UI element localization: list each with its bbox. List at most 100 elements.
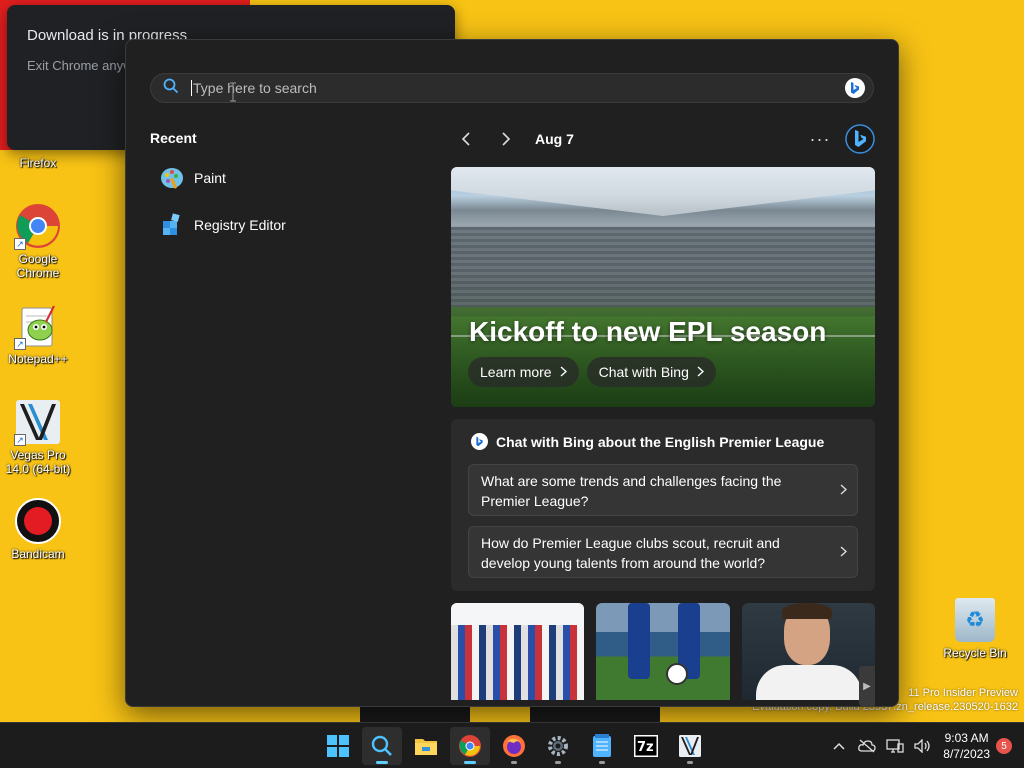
settings-button[interactable] bbox=[538, 727, 578, 765]
question-line: Premier League? bbox=[481, 493, 589, 509]
gear-icon bbox=[548, 736, 568, 756]
desktop-icon-bandicam[interactable]: Bandicam bbox=[0, 497, 76, 561]
question-line: develop young talents from around the wo… bbox=[481, 555, 766, 571]
recent-heading: Recent bbox=[150, 130, 197, 146]
notification-badge[interactable]: 5 bbox=[996, 738, 1012, 754]
7zip-button[interactable]: 7z bbox=[626, 727, 666, 765]
text-caret bbox=[191, 80, 192, 96]
paint-icon bbox=[160, 166, 184, 190]
windows-icon bbox=[327, 735, 349, 757]
start-button[interactable] bbox=[318, 727, 358, 765]
vegas-icon: ↗ bbox=[14, 398, 62, 446]
search-icon bbox=[163, 78, 179, 99]
player-portrait-thumbnail[interactable] bbox=[741, 603, 875, 700]
desktop-icon-label: Firefox bbox=[19, 156, 57, 170]
jerseys-thumbnail[interactable] bbox=[451, 603, 585, 700]
shirt-shape bbox=[755, 665, 862, 700]
running-indicator bbox=[511, 761, 517, 764]
chevron-right-icon bbox=[560, 364, 567, 380]
taskbar: 7z 9:03 AM 8/7/2023 5 bbox=[0, 722, 1024, 768]
registry-editor-icon bbox=[160, 213, 184, 237]
taskbar-apps: 7z bbox=[318, 727, 710, 765]
file-explorer-button[interactable] bbox=[406, 727, 446, 765]
chat-with-bing-button[interactable]: Chat with Bing bbox=[586, 357, 716, 387]
hero-title: Kickoff to new EPL season bbox=[469, 316, 827, 347]
bing-chat-card: Chat with Bing about the English Premier… bbox=[451, 419, 875, 591]
chevron-right-icon bbox=[697, 364, 704, 380]
desktop-icon-label: Vegas Pro 14.0 (64-bit) bbox=[5, 448, 71, 476]
search-button[interactable] bbox=[362, 727, 402, 765]
recycle-bin-icon: ♻ bbox=[955, 598, 995, 642]
search-input[interactable] bbox=[193, 80, 845, 96]
shortcut-arrow-icon: ↗ bbox=[14, 238, 26, 250]
7zip-icon: 7z bbox=[634, 735, 658, 757]
show-hidden-icons-chevron-icon[interactable] bbox=[825, 731, 853, 761]
active-indicator bbox=[376, 761, 388, 764]
scroll-right-button[interactable]: ▶ bbox=[859, 666, 875, 706]
onedrive-offline-icon[interactable] bbox=[853, 731, 881, 761]
recycle-bin-label: Recycle Bin bbox=[943, 646, 1007, 660]
recent-item-registry-editor[interactable]: Registry Editor bbox=[150, 207, 420, 243]
desktop-icon-notepadpp[interactable]: ↗ Notepad++ bbox=[0, 302, 76, 366]
svg-text:7z: 7z bbox=[637, 740, 654, 755]
chat-question-1[interactable]: What are some trends and challenges faci… bbox=[468, 464, 858, 516]
highlights-header: Aug 7 ··· bbox=[451, 124, 875, 154]
running-indicator bbox=[555, 761, 561, 764]
learn-more-label: Learn more bbox=[480, 364, 552, 380]
chat-with-bing-label: Chat with Bing bbox=[598, 364, 689, 380]
vegas-icon bbox=[679, 735, 701, 757]
text-cursor-icon bbox=[230, 82, 236, 102]
chrome-icon: ↗ bbox=[14, 202, 62, 250]
hair-shape bbox=[781, 603, 832, 619]
chat-card-header: Chat with Bing about the English Premier… bbox=[471, 433, 824, 450]
chat-card-title: Chat with Bing about the English Premier… bbox=[496, 433, 825, 450]
desktop-icon-recycle-bin[interactable]: ♻ Recycle Bin bbox=[940, 598, 1010, 660]
learn-more-button[interactable]: Learn more bbox=[468, 357, 579, 387]
taskbar-clock[interactable]: 9:03 AM 8/7/2023 bbox=[943, 730, 990, 762]
desktop-icon-label: Google Chrome bbox=[16, 252, 60, 280]
desktop-icon-label: Bandicam bbox=[11, 547, 65, 561]
volume-icon[interactable] bbox=[909, 731, 937, 761]
football-shape bbox=[666, 663, 689, 685]
bing-icon bbox=[471, 433, 488, 450]
leg-shape bbox=[628, 603, 651, 679]
football-boots-thumbnail[interactable] bbox=[596, 603, 730, 700]
desktop-icon-vegas-pro[interactable]: ↗ Vegas Pro 14.0 (64-bit) bbox=[0, 398, 76, 476]
bandicam-icon bbox=[14, 497, 62, 545]
previous-button[interactable] bbox=[451, 124, 481, 154]
active-indicator bbox=[464, 761, 476, 764]
recent-item-label: Registry Editor bbox=[194, 217, 286, 233]
bing-chat-icon[interactable] bbox=[845, 78, 865, 98]
chat-question-2[interactable]: How do Premier League clubs scout, recru… bbox=[468, 526, 858, 578]
search-flyout: Recent Paint Registry Editor bbox=[125, 39, 899, 707]
recent-item-label: Paint bbox=[194, 170, 226, 186]
running-indicator bbox=[687, 761, 693, 764]
chrome-button[interactable] bbox=[450, 727, 490, 765]
chevron-right-icon bbox=[840, 542, 848, 562]
notepad-button[interactable] bbox=[582, 727, 622, 765]
clock-time: 9:03 AM bbox=[944, 731, 989, 745]
chevron-right-icon bbox=[840, 480, 848, 500]
firefox-icon bbox=[503, 735, 525, 757]
desktop-icon-google-chrome[interactable]: ↗ Google Chrome bbox=[0, 202, 76, 280]
hero-buttons: Learn more Chat with Bing bbox=[468, 357, 716, 387]
shortcut-arrow-icon: ↗ bbox=[14, 338, 26, 350]
network-icon[interactable] bbox=[881, 731, 909, 761]
running-indicator bbox=[599, 761, 605, 764]
question-line: How do Premier League clubs scout, recru… bbox=[481, 535, 780, 551]
bing-logo-icon[interactable] bbox=[845, 124, 875, 154]
chrome-icon bbox=[459, 735, 481, 757]
more-options-button[interactable]: ··· bbox=[805, 124, 835, 154]
next-button[interactable] bbox=[491, 124, 521, 154]
firefox-button[interactable] bbox=[494, 727, 534, 765]
notepad-icon bbox=[593, 734, 611, 757]
clock-date: 8/7/2023 bbox=[943, 747, 990, 761]
hero-card[interactable]: Kickoff to new EPL season Learn more Cha… bbox=[451, 167, 875, 407]
search-box[interactable] bbox=[150, 73, 874, 103]
folder-icon bbox=[415, 739, 437, 755]
desktop-icon-label: Notepad++ bbox=[8, 352, 68, 366]
vegas-button[interactable] bbox=[670, 727, 710, 765]
system-tray: 9:03 AM 8/7/2023 5 bbox=[825, 723, 1024, 768]
recent-item-paint[interactable]: Paint bbox=[150, 160, 420, 196]
question-line: What are some trends and challenges faci… bbox=[481, 473, 782, 489]
